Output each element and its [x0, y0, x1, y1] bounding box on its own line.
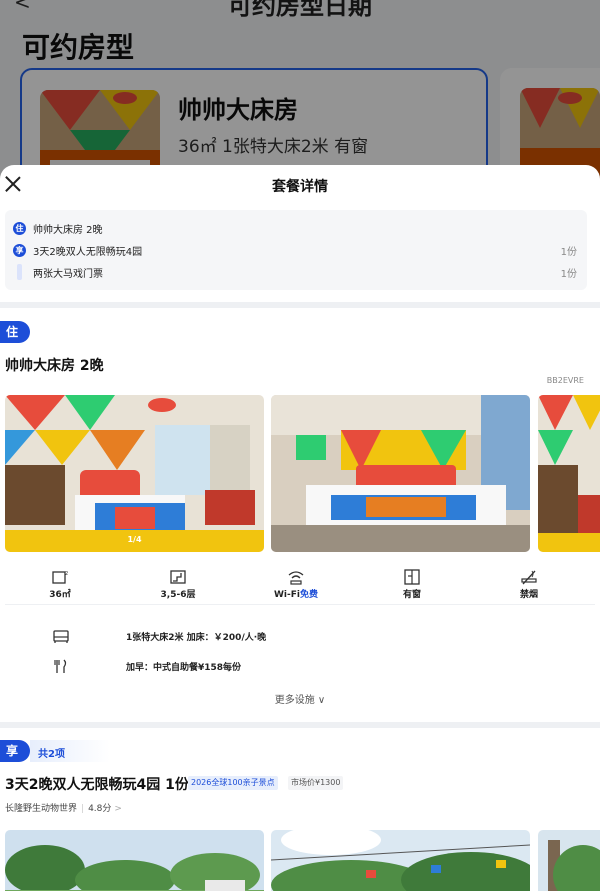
summary-row: 两张大马戏门票 1份 [5, 264, 587, 280]
breakfast-icon [54, 659, 67, 673]
enjoy-tag: 享 [0, 740, 30, 762]
summary-item-text: 帅帅大床房 2晚 [33, 225, 103, 236]
park-photo[interactable] [538, 830, 600, 891]
park-photo[interactable] [271, 830, 530, 891]
summary-item-qty: 1份 [560, 247, 577, 258]
section-divider [0, 722, 600, 728]
park-info-link[interactable]: 长隆野生动物世界 | 4.8分 > [5, 801, 122, 814]
area-icon: 2 [52, 571, 68, 584]
facility-label: 3,5-6层 [160, 590, 196, 600]
bed-detail-text: 1张特大床2米 加床：￥200/人·晚 [126, 633, 267, 643]
room-code: BB2EVRE [546, 376, 584, 385]
photo-counter: 1/4 [127, 535, 142, 544]
facility-floor: 3,5-6层 [138, 569, 218, 600]
summary-item-text: 两张大马戏门票 [33, 269, 103, 280]
divider-line [5, 604, 595, 605]
summary-bar [17, 264, 22, 280]
stay-tag: 住 [0, 321, 30, 343]
chevron-right-icon: > [114, 804, 122, 814]
room-photo[interactable]: 1/4 [5, 395, 264, 552]
wifi-icon [288, 571, 304, 585]
market-price-badge: 市场价¥1300 [288, 776, 344, 790]
facility-label: 禁烟 [519, 590, 538, 600]
svg-text:2: 2 [65, 571, 68, 577]
package-summary: 住 帅帅大床房 2晚 享 3天2晚双人无限畅玩4园 1份 两张大马戏门票 1份 [5, 210, 587, 290]
facility-wifi: Wi-Fi免费 [256, 569, 336, 600]
ranking-badge: 2026全球100亲子景点 [188, 776, 278, 790]
more-facilities-link[interactable]: 更多设施 ∨ [0, 691, 600, 706]
floor-icon [170, 570, 186, 584]
enjoy-icon: 享 [13, 244, 26, 257]
package-detail-sheet: 套餐详情 住 帅帅大床房 2晚 享 3天2晚双人无限畅玩4园 1份 两张大马戏门… [0, 165, 600, 891]
facility-window: 有窗 [372, 569, 452, 600]
park-photo[interactable] [5, 830, 264, 891]
sheet-title: 套餐详情 [272, 179, 328, 195]
section-divider [0, 302, 600, 308]
breakfast-detail-text: 加早：中式自助餐¥158每份 [126, 663, 242, 673]
room-photo[interactable] [271, 395, 530, 552]
facility-area: 2 36㎡ [20, 569, 100, 600]
park-score: 4.8分 [88, 804, 112, 814]
no-smoking-icon [521, 570, 537, 585]
sheet-header: 套餐详情 [0, 165, 600, 205]
room-photo[interactable] [538, 395, 600, 552]
window-icon [404, 569, 420, 585]
stay-title: 帅帅大床房 2晚 [5, 358, 104, 374]
facility-label: 36㎡ [49, 590, 71, 600]
enjoy-count: 共2项 [38, 749, 65, 760]
park-name: 长隆野生动物世界 [5, 804, 78, 814]
summary-item-text: 3天2晚双人无限畅玩4园 [33, 247, 143, 258]
bed-icon [53, 630, 69, 643]
stay-icon: 住 [13, 222, 26, 235]
package-title: 3天2晚双人无限畅玩4园 1份 [5, 777, 189, 793]
summary-row: 住 帅帅大床房 2晚 [5, 220, 587, 236]
facility-label: 有窗 [402, 590, 421, 600]
summary-item-qty: 1份 [560, 269, 577, 280]
facility-label: Wi-Fi免费 [274, 590, 318, 600]
facility-no-smoking: 禁烟 [489, 569, 569, 600]
summary-row: 享 3天2晚双人无限畅玩4园 1份 [5, 242, 587, 258]
enjoy-count-bar: 共2项 [30, 740, 110, 762]
